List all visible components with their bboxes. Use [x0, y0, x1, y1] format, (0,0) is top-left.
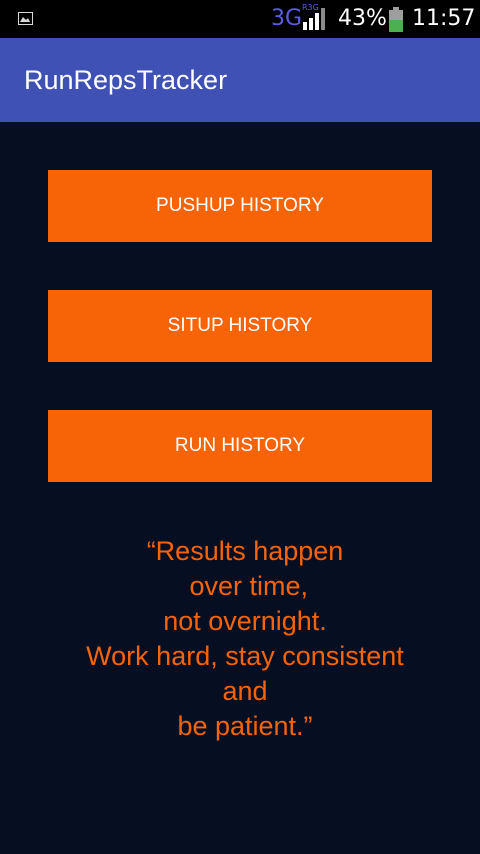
quote-line: and	[222, 676, 268, 706]
quote-line: Work hard, stay consistent	[86, 641, 404, 671]
quote-line: over time,	[181, 571, 309, 601]
situp-history-button[interactable]: SITUP HISTORY	[48, 290, 432, 362]
signal-icon	[303, 8, 327, 34]
app-title: RunRepsTracker	[24, 65, 228, 95]
battery-percent: 43%	[338, 6, 387, 31]
run-history-button[interactable]: RUN HISTORY	[48, 410, 432, 482]
status-bar: 3G R3G 43% 11:57	[0, 0, 480, 38]
network-type-label: 3G	[271, 6, 303, 31]
pushup-history-button[interactable]: PUSHUP HISTORY	[48, 170, 432, 242]
quote-line: be patient.”	[177, 711, 313, 741]
quote-line: “Results happen	[146, 536, 344, 566]
clock: 11:57	[412, 6, 476, 31]
quote-line: not overnight.	[163, 606, 327, 636]
battery-icon	[389, 7, 403, 32]
image-notification-icon	[18, 12, 33, 25]
motivational-quote: “Results happen over time, not overnight…	[20, 534, 470, 744]
app-bar: RunRepsTracker	[0, 38, 480, 122]
